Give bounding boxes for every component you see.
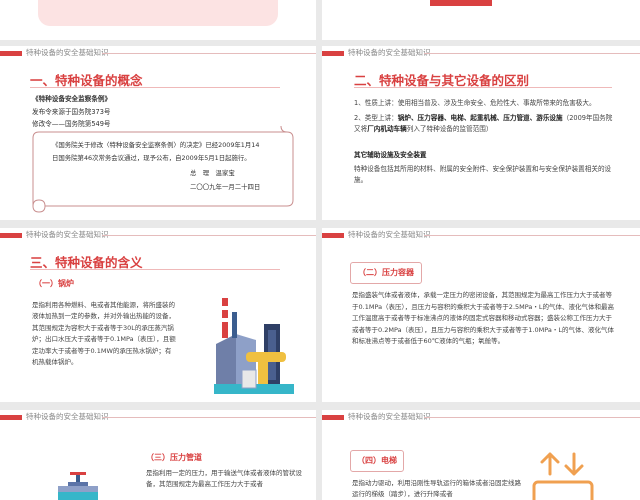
header-line <box>424 417 640 418</box>
header-line <box>424 235 640 236</box>
header-accent <box>322 51 344 56</box>
header-accent <box>0 415 22 420</box>
pressure-vessel-description: 是指盛装气体或者液体，承载一定压力的密闭设备，其范围规定为最高工作压力大于或者等… <box>352 291 614 346</box>
elevator-arrows-icon <box>532 452 594 500</box>
header-text: 特种设备的安全基础知识 <box>26 230 109 239</box>
slide-difference[interactable]: 特种设备的安全基础知识 二、特种设备与其它设备的区别 1、性质上讲：使用相当普及… <box>322 46 640 220</box>
header-accent <box>0 233 22 238</box>
header-line <box>102 53 316 54</box>
header-text: 特种设备的安全基础知识 <box>26 412 109 421</box>
scroll-text-2: 日国务院第46次常务会议通过，现予公布，自2009年5月1日起施行。 <box>52 154 251 162</box>
slide-concept[interactable]: 特种设备的安全基础知识 一、特种设备的概念 《特种设备安全监察条例》 发布令来源… <box>0 46 316 220</box>
slide-partial-top-right[interactable] <box>322 0 640 40</box>
auxiliary-subtitle: 其它辅助设施及安全装置 <box>354 151 427 159</box>
title-underline <box>30 269 280 270</box>
scroll-text-1: 《国务院关于修改〈特种设备安全监察条例〉的决定》已经2009年1月14 <box>52 141 260 149</box>
pressure-pipe-description: 是指利用一定的压力，用于输送气体或者液体的管状设备，其范围规定为最高工作压力大于… <box>146 469 302 489</box>
slide-header: 特种设备的安全基础知识 <box>0 228 316 242</box>
red-tab <box>430 0 492 6</box>
section-elevator: （四）电梯 <box>357 456 397 465</box>
slide-header: 特种设备的安全基础知识 <box>322 228 640 242</box>
signature-role: 总 理 温家宝 <box>190 169 235 177</box>
header-text: 特种设备的安全基础知识 <box>348 230 431 239</box>
signature-date: 二〇〇九年一月二十四日 <box>190 183 261 191</box>
decree-line-1: 发布令来源于国务院373号 <box>32 108 111 116</box>
header-accent <box>322 415 344 420</box>
slide-header: 特种设备的安全基础知识 <box>0 46 316 60</box>
header-line <box>102 235 316 236</box>
point-2-suffix: 列入了特种设备的监管范围） <box>406 125 493 134</box>
header-line <box>102 417 316 418</box>
decorative-banner <box>38 0 278 26</box>
slide-partial-top-left[interactable] <box>0 0 316 40</box>
title-underline <box>30 87 280 88</box>
header-line <box>424 53 640 54</box>
section-boiler: （一）锅炉 <box>34 279 74 288</box>
slide-header: 特种设备的安全基础知识 <box>322 410 640 424</box>
point-2-prefix: 2、类型上讲： <box>354 114 398 122</box>
slide-meaning-boiler[interactable]: 特种设备的安全基础知识 三、特种设备的含义 （一）锅炉 是指利用各种燃料、电或者… <box>0 228 316 402</box>
point-2-vehicles: 厂内机动车辆 <box>367 125 407 134</box>
header-text: 特种设备的安全基础知识 <box>348 48 431 57</box>
regulation-name: 《特种设备安全监察条例》 <box>32 95 112 103</box>
section-label-box: （二）压力容器 <box>350 262 422 284</box>
slide-elevator[interactable]: 特种设备的安全基础知识 （四）电梯 是指动力驱动，利用沿刚性导轨运行的箱体或者沿… <box>322 410 640 500</box>
slide-pressure-vessel[interactable]: 特种设备的安全基础知识 （二）压力容器 是指盛装气体或者液体，承载一定压力的密闭… <box>322 228 640 402</box>
factory-illustration-icon <box>214 298 294 394</box>
section-pressure-pipe: （三）压力管道 <box>146 453 202 462</box>
difference-point-1: 1、性质上讲：使用相当普及、涉及生命安全、危险性大、事故所带来的危害极大。 <box>354 99 596 107</box>
valve-illustration-icon <box>58 472 98 500</box>
boiler-description: 是指利用各种燃料、电或者其他能源，将所盛装的液体加热到一定的参数，并对外输出热能… <box>32 301 176 367</box>
header-accent <box>0 51 22 56</box>
slide-header: 特种设备的安全基础知识 <box>322 46 640 60</box>
section-label-box: （四）电梯 <box>350 450 404 472</box>
header-text: 特种设备的安全基础知识 <box>26 48 109 57</box>
slide-pressure-pipe[interactable]: 特种设备的安全基础知识 （三）压力管道 是指利用一定的压力，用于输送气体或者液体… <box>0 410 316 500</box>
slide-header: 特种设备的安全基础知识 <box>0 410 316 424</box>
difference-point-2: 2、类型上讲：锅炉、压力容器、电梯、起重机械、压力管道、游乐设施（2009年国务… <box>354 113 616 135</box>
title-underline <box>354 87 612 88</box>
header-text: 特种设备的安全基础知识 <box>348 412 431 421</box>
header-accent <box>322 233 344 238</box>
elevator-description: 是指动力驱动，利用沿刚性导轨运行的箱体或者沿固定线路运行的梯级（踏步），进行升降… <box>352 479 521 499</box>
point-2-types: 锅炉、压力容器、电梯、起重机械、压力管道、游乐设施 <box>397 114 563 122</box>
auxiliary-text: 特种设备包括其所用的材料、附属的安全附件、安全保护装置和与安全保护装置相关的设施… <box>354 165 612 185</box>
section-pressure-vessel: （二）压力容器 <box>358 268 414 277</box>
